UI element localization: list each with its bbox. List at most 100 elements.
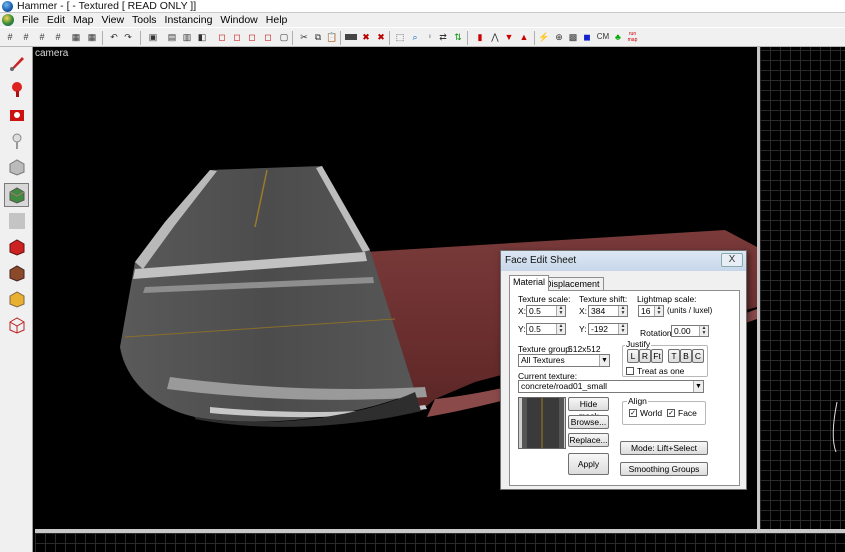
spinner-arrows-icon[interactable]: ▲ ▼: [654, 306, 663, 316]
entity-help-icon[interactable]: ▲: [518, 31, 530, 43]
apply-button[interactable]: Apply: [568, 453, 609, 475]
selection-tool[interactable]: [4, 51, 29, 75]
justify-left-button[interactable]: L: [627, 349, 639, 363]
spinner-arrows-icon[interactable]: ▲ ▼: [556, 306, 565, 316]
vertex-tool[interactable]: [4, 313, 29, 337]
scale-y-spinner[interactable]: 0.5 ▲ ▼: [526, 323, 566, 335]
mode-button[interactable]: Mode: Lift+Select: [620, 441, 708, 455]
menu-window[interactable]: Window: [216, 13, 261, 27]
justify-top-button[interactable]: T: [668, 349, 680, 363]
spinner-arrows-icon[interactable]: ▲ ▼: [618, 306, 627, 316]
justify-bottom-button[interactable]: B: [680, 349, 692, 363]
scale-y-value: 0.5: [529, 324, 541, 334]
magnify-tool[interactable]: [4, 77, 29, 101]
entity-tool-icon: [12, 133, 22, 149]
redo-icon[interactable]: ↷: [122, 31, 134, 43]
top-2d-viewport[interactable]: [760, 47, 845, 529]
spinner-arrows-icon[interactable]: ▲ ▼: [699, 326, 708, 336]
menu-edit[interactable]: Edit: [43, 13, 69, 27]
decal-tool[interactable]: [4, 235, 29, 259]
menu-file[interactable]: File: [18, 13, 43, 27]
hide-unselected-icon[interactable]: ◻: [231, 31, 243, 43]
hide-mask-button[interactable]: Hide mask: [568, 397, 609, 421]
align-world-checkbox[interactable]: ✓: [629, 409, 637, 417]
replace-button[interactable]: Replace...: [568, 433, 609, 447]
rotation-spinner[interactable]: 0.00 ▲ ▼: [671, 325, 709, 337]
ungroup-icon[interactable]: ▥: [181, 31, 193, 43]
current-texture-select[interactable]: concrete/road01_small ▼: [518, 380, 704, 393]
smoothing-groups-button[interactable]: Smoothing Groups: [620, 462, 708, 476]
chevron-down-icon[interactable]: ▼: [599, 355, 609, 366]
overlay-tool[interactable]: [4, 261, 29, 285]
texture-align-icon[interactable]: ✖: [375, 31, 387, 43]
transform-icon[interactable]: ⚡: [538, 31, 550, 43]
shift-x-spinner[interactable]: 384 ▲ ▼: [588, 305, 628, 317]
grid-3d-icon[interactable]: #: [52, 31, 64, 43]
texture-scale-lock-icon[interactable]: ✖: [360, 31, 372, 43]
map-properties-icon[interactable]: ▼: [503, 31, 515, 43]
clipping-tool[interactable]: [4, 287, 29, 311]
hide-selected-icon[interactable]: ◻: [216, 31, 228, 43]
tie-to-entity-icon[interactable]: ◧: [196, 31, 208, 43]
copy-icon[interactable]: ⧉: [312, 31, 324, 43]
menu-view[interactable]: View: [97, 13, 128, 27]
spinner-arrows-icon[interactable]: ▲ ▼: [556, 324, 565, 334]
grid-smaller-icon[interactable]: #: [20, 31, 32, 43]
menu-map[interactable]: Map: [69, 13, 97, 27]
flip-icon[interactable]: ⇄: [437, 31, 449, 43]
flip-vertical-icon[interactable]: ⇅: [452, 31, 464, 43]
vertex-icon[interactable]: ᶥ: [424, 31, 436, 43]
justify-right-button[interactable]: R: [639, 349, 651, 363]
snap-2-icon[interactable]: ▦: [86, 31, 98, 43]
menu-instancing[interactable]: Instancing: [161, 13, 217, 27]
snap-icon[interactable]: ▦: [70, 31, 82, 43]
entity-tool[interactable]: [4, 129, 29, 153]
check-problems-icon[interactable]: ⋀: [489, 31, 501, 43]
cordon-icon[interactable]: ◻: [262, 31, 274, 43]
treat-as-one-checkbox[interactable]: [626, 367, 634, 375]
texture-application-tool[interactable]: [4, 183, 29, 207]
menu-help[interactable]: Help: [262, 13, 292, 27]
carve-icon[interactable]: ▣: [147, 31, 159, 43]
group-icon[interactable]: ▤: [166, 31, 178, 43]
quick-hide-icon[interactable]: ▢: [278, 31, 290, 43]
scale-x-spinner[interactable]: 0.5 ▲ ▼: [526, 305, 566, 317]
justify-center-button[interactable]: C: [692, 349, 704, 363]
select-icon[interactable]: ⬚: [394, 31, 406, 43]
dialog-caption[interactable]: Face Edit Sheet X: [501, 251, 746, 271]
apply-current-texture-tool[interactable]: [4, 209, 29, 233]
selection-tool-icon: [10, 57, 24, 71]
texture-group-select[interactable]: All Textures ▼: [518, 354, 610, 367]
run-map-button[interactable]: run map: [625, 31, 640, 43]
bottom-2d-viewport[interactable]: [35, 533, 845, 552]
entity-report-icon[interactable]: ▮: [474, 31, 486, 43]
leaf-icon[interactable]: ♣: [612, 31, 624, 43]
undo-icon[interactable]: ↶: [108, 31, 120, 43]
cm-button[interactable]: CM: [595, 31, 611, 43]
texture-lock-icon[interactable]: [345, 34, 357, 40]
sprite-icon[interactable]: ▩: [567, 31, 579, 43]
camera-tool[interactable]: [4, 103, 29, 127]
models-icon[interactable]: ◼: [581, 31, 593, 43]
justify-fit-button[interactable]: Ft: [651, 349, 663, 363]
browse-button[interactable]: Browse...: [568, 415, 609, 429]
close-button[interactable]: X: [721, 253, 743, 267]
show-all-icon[interactable]: ◻: [246, 31, 258, 43]
lightmap-spinner[interactable]: 16 ▲ ▼: [638, 305, 664, 317]
paste-icon[interactable]: 📋: [326, 31, 338, 43]
grid-larger-icon[interactable]: #: [36, 31, 48, 43]
magnify-icon[interactable]: ⌕: [409, 31, 421, 43]
align-face-checkbox[interactable]: ✓: [667, 409, 675, 417]
cut-icon[interactable]: ✂: [298, 31, 310, 43]
grid-toggle-icon[interactable]: #: [4, 31, 16, 43]
menu-tools[interactable]: Tools: [128, 13, 161, 27]
spinner-arrows-icon[interactable]: ▲ ▼: [618, 324, 627, 334]
document-icon[interactable]: [2, 14, 14, 26]
shift-y-spinner[interactable]: -192 ▲ ▼: [588, 323, 628, 335]
block-tool[interactable]: [4, 155, 29, 179]
grid-brush-outline: [832, 401, 838, 453]
tab-displacement[interactable]: Displacement: [541, 277, 604, 290]
chevron-down-icon[interactable]: ▼: [693, 381, 703, 392]
tab-material[interactable]: Material: [509, 275, 550, 291]
sphere-icon[interactable]: ⊕: [553, 31, 565, 43]
